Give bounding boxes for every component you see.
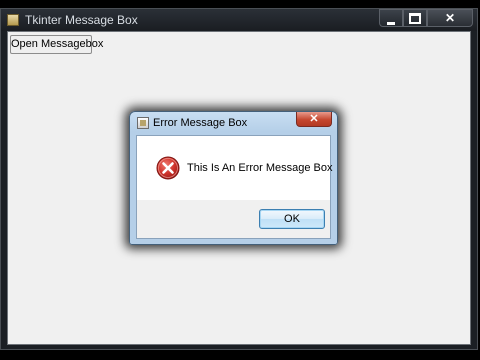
dialog-message: This Is An Error Message Box [187,162,333,174]
maximize-icon [409,13,421,24]
window-title: Tkinter Message Box [25,13,138,27]
ok-button[interactable]: OK [259,209,325,229]
close-icon: ✕ [309,113,319,125]
dialog-message-panel: This Is An Error Message Box [137,136,333,200]
dialog-client-area: This Is An Error Message Box OK [136,135,333,239]
error-icon [156,156,180,180]
dialog-title: Error Message Box [153,117,248,129]
dialog-close-button[interactable]: ✕ [296,112,332,127]
close-button[interactable]: ✕ [427,9,473,27]
error-dialog: Error Message Box ✕ This Is An Error Mes… [129,111,338,245]
app-icon [7,14,19,26]
minimize-button[interactable] [379,9,403,27]
dialog-app-icon [137,117,149,129]
open-messagebox-button[interactable]: Open Messagebox [10,35,103,54]
screen: Tkinter Message Box ✕ Open Messagebox Er… [0,0,480,360]
close-icon: ✕ [444,11,456,25]
caption-buttons: ✕ [379,9,473,29]
minimize-icon [387,22,395,25]
main-titlebar[interactable]: Tkinter Message Box ✕ [1,9,477,31]
maximize-button[interactable] [403,9,427,27]
